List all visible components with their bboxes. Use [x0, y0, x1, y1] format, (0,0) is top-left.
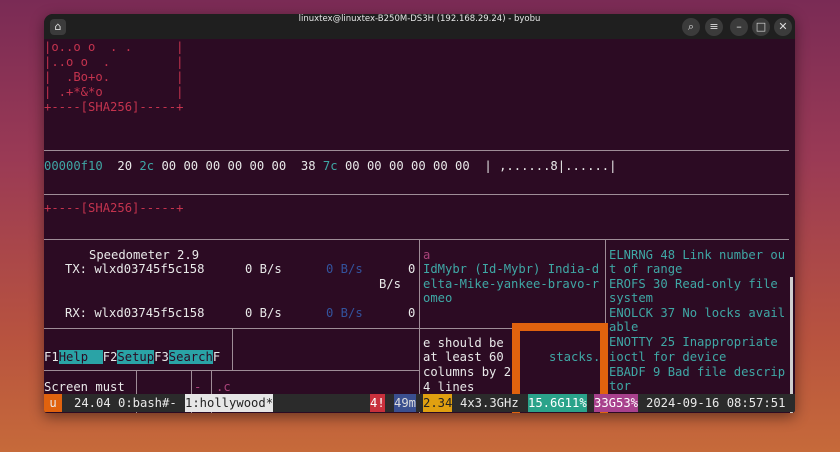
randomart-footer: +----[SHA256]-----+ — [44, 100, 184, 114]
pane-divider[interactable] — [419, 239, 420, 413]
randomart-line: |..o o . | — [44, 55, 184, 69]
memory: 15.6G11% — [528, 394, 587, 412]
size-message: at least 60 — [423, 350, 504, 364]
errno-line: able — [609, 320, 639, 334]
pane-divider[interactable] — [44, 194, 789, 195]
errno-line: ELNRNG 48 Link number ou — [609, 248, 786, 262]
hollywood-text: elta-Mike-yankee-bravo-r — [423, 277, 600, 291]
rx-zero: 0 — [408, 306, 416, 320]
randomart-line: | .Bo+o. | — [44, 70, 184, 84]
errno-line: ioctl for device — [609, 350, 727, 364]
menu-icon[interactable]: ≡ — [705, 18, 723, 36]
window-tab-0[interactable]: 0:bash#- — [118, 394, 177, 412]
tx-scale: 0 B/s — [326, 262, 363, 276]
rx-label: RX: wlxd03745f5c158 — [65, 306, 205, 320]
rx-scale: 0 B/s — [326, 306, 363, 320]
screen-c: .c — [216, 380, 231, 394]
speedometer-title: Speedometer 2.9 — [89, 248, 200, 262]
title-bar: ⌂ linuxtex@linuxtex-B250M-DS3H (192.168.… — [44, 14, 795, 39]
tx-rate: 0 B/s — [245, 262, 282, 276]
search-icon[interactable]: ⌕ — [682, 18, 700, 36]
hollywood-text: omeo — [423, 291, 453, 305]
minimize-icon[interactable]: – — [730, 18, 748, 36]
tx-label: TX: wlxd03745f5c158 — [65, 262, 205, 276]
alerts-badge: 4! — [370, 394, 385, 412]
screen-dash: - — [194, 380, 202, 394]
help-key[interactable]: Help — [58, 350, 89, 364]
tx-unit: B/s — [379, 277, 402, 291]
pane-divider[interactable] — [232, 328, 233, 370]
disk-usage: 33G53% — [594, 394, 639, 412]
errno-line: ENOTTY 25 Inappropriate — [609, 335, 778, 349]
randomart-line: |o..o o . . | — [44, 40, 184, 54]
maximize-icon[interactable]: □ — [752, 18, 770, 36]
errno-line: EROFS 30 Read-only file — [609, 277, 778, 291]
pane-divider[interactable] — [44, 150, 789, 151]
scrollbar[interactable] — [790, 277, 793, 413]
ubuntu-logo-badge: u — [44, 394, 62, 412]
size-message: 4 lines — [423, 380, 475, 394]
cpu-freq: 4x3.3GHz — [460, 396, 519, 410]
byobu-status-bar: u 24.04 0:bash#- 1:hollywood* 4! 49m 2.3… — [44, 394, 795, 412]
function-keys: F1Help F2SetupF3SearchF — [44, 350, 221, 364]
hexdump-line: 00000f10 20 2c 00 00 00 00 00 00 38 7c 0… — [44, 159, 617, 173]
window-tab-1[interactable]: 1:hollywood* — [185, 394, 274, 412]
randomart-line: | .+*&*o | — [44, 85, 184, 99]
load-average: 2.34 — [423, 394, 453, 412]
rx-rate: 0 B/s — [245, 306, 282, 320]
randomart-footer: +----[SHA256]-----+ — [44, 201, 184, 215]
setup-key[interactable]: Setup — [117, 350, 155, 364]
uptime: 49m — [394, 394, 417, 412]
size-message: e should be — [423, 336, 504, 350]
errno-line: tor — [609, 379, 632, 393]
errno-line: EBADF 9 Bad file descrip — [609, 365, 786, 379]
terminal-content[interactable]: |o..o o . . | |..o o . | | .Bo+o. | | .+… — [44, 39, 795, 413]
errno-line: system — [609, 291, 654, 305]
search-key[interactable]: Search — [168, 350, 213, 364]
errno-line: t of range — [609, 262, 683, 276]
tx-zero: 0 — [408, 262, 416, 276]
hollywood-text: a — [423, 248, 431, 262]
os-version: 24.04 — [74, 396, 111, 410]
screen-message: Screen must — [44, 380, 125, 394]
close-icon[interactable]: ✕ — [774, 18, 792, 36]
terminal-window: ⌂ linuxtex@linuxtex-B250M-DS3H (192.168.… — [44, 14, 795, 413]
datetime: 2024-09-16 08:57:51 — [646, 396, 786, 410]
pane-divider[interactable] — [44, 239, 789, 240]
pane-divider[interactable] — [44, 370, 419, 371]
size-message: columns by 2 — [423, 365, 512, 379]
errno-line: ENOLCK 37 No locks avail — [609, 306, 786, 320]
hollywood-text: IdMybr (Id-Mybr) India-d — [423, 262, 600, 276]
